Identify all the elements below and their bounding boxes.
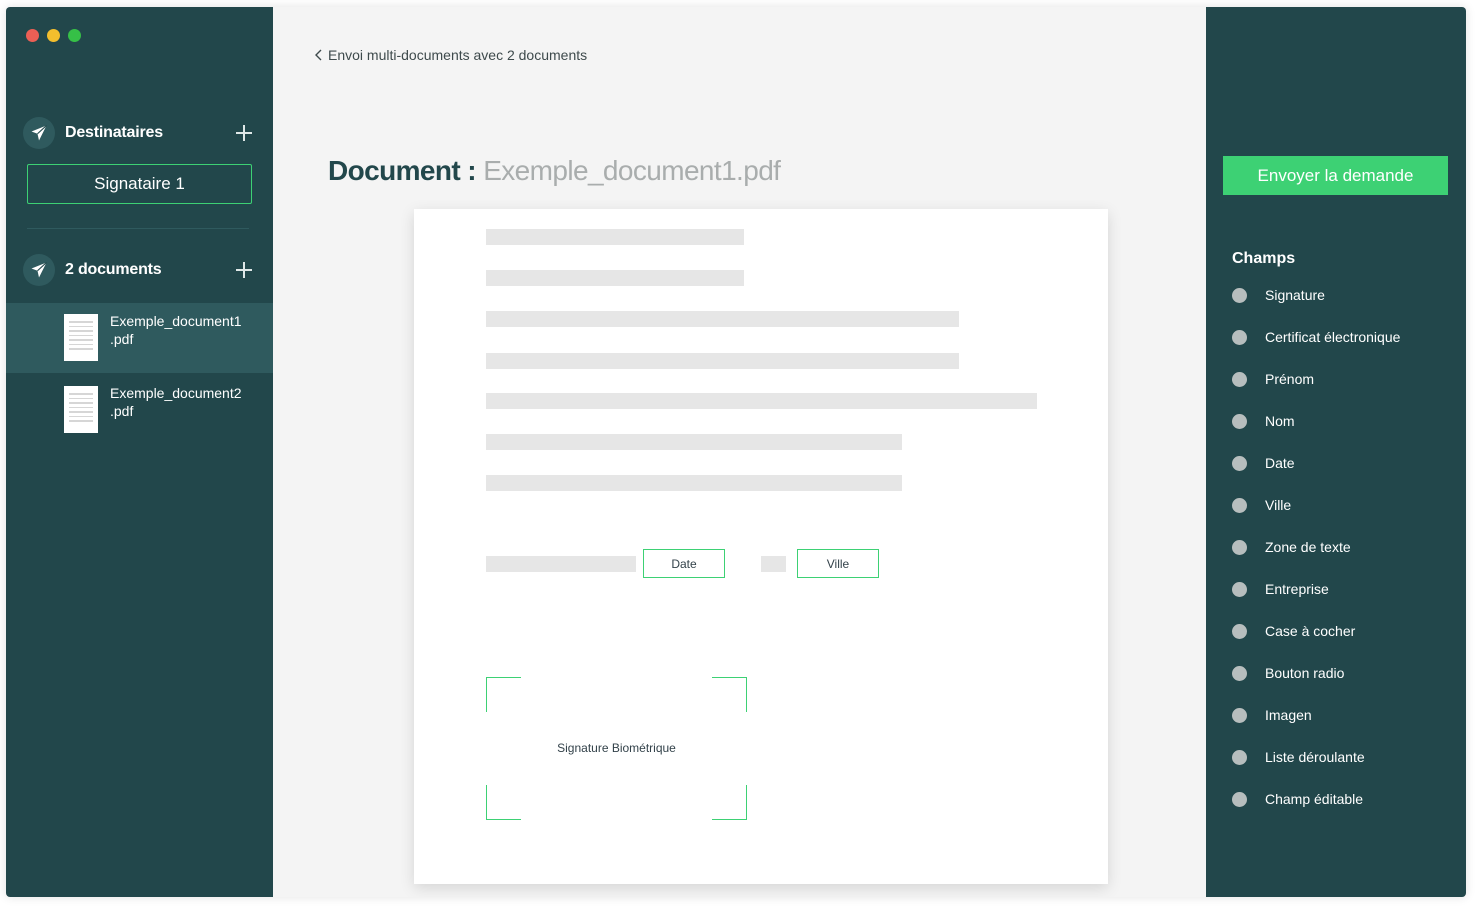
field-dot-icon (1232, 456, 1247, 471)
field-dot-icon (1232, 288, 1247, 303)
field-dot-icon (1232, 582, 1247, 597)
send-request-button[interactable]: Envoyer la demande (1223, 156, 1448, 195)
field-item-8[interactable]: Entreprise (1232, 579, 1400, 621)
left-sidebar: Destinataires Signataire 1 2 documents E… (6, 7, 273, 897)
field-label: Liste déroulante (1265, 749, 1365, 765)
field-item-7[interactable]: Zone de texte (1232, 537, 1400, 579)
signature-frame-corner (486, 785, 521, 820)
signature-frame-corner (486, 677, 521, 712)
signature-field-label: Signature Biométrique (557, 741, 676, 755)
signature-field[interactable]: Signature Biométrique (486, 677, 747, 820)
fields-list: Signature Certificat électronique Prénom No… (1232, 285, 1400, 831)
paper-plane-icon (23, 254, 55, 286)
field-dot-icon (1232, 708, 1247, 723)
paper-plane-icon (23, 117, 55, 149)
field-label: Bouton radio (1265, 665, 1345, 681)
field-dot-icon (1232, 750, 1247, 765)
signature-frame-corner (712, 677, 747, 712)
field-item-13[interactable]: Champ éditable (1232, 789, 1400, 831)
field-item-11[interactable]: Imagen (1232, 705, 1400, 747)
placeholder-text-line (486, 475, 902, 491)
field-label: Certificat électronique (1265, 329, 1401, 345)
document-item-1[interactable]: Exemple_document1 .pdf (6, 303, 273, 373)
document-name: Exemple_document2 .pdf (110, 385, 242, 419)
field-dot-icon (1232, 624, 1247, 639)
placeholder-text-line (486, 270, 744, 286)
placeholder-text-line (486, 434, 902, 450)
page-title-label: Document : (328, 155, 477, 186)
field-item-6[interactable]: Ville (1232, 495, 1400, 537)
field-dot-icon (1232, 792, 1247, 807)
city-field[interactable]: Ville (797, 549, 879, 578)
field-label: Case à cocher (1265, 623, 1356, 639)
field-dot-icon (1232, 666, 1247, 681)
field-item-3[interactable]: Prénom (1232, 369, 1400, 411)
field-label: Imagen (1265, 707, 1312, 723)
recipients-header: Destinataires (23, 116, 253, 150)
minimize-window-button[interactable] (47, 29, 60, 42)
page-title-filename: Exemple_document1.pdf (483, 155, 781, 186)
documents-title: 2 documents (65, 261, 162, 278)
field-item-5[interactable]: Date (1232, 453, 1400, 495)
field-item-4[interactable]: Nom (1232, 411, 1400, 453)
date-field[interactable]: Date (643, 549, 725, 578)
documents-header: 2 documents (23, 253, 253, 287)
field-label: Ville (1265, 497, 1292, 513)
field-item-12[interactable]: Liste déroulante (1232, 747, 1400, 789)
field-dot-icon (1232, 330, 1247, 345)
field-label: Prénom (1265, 371, 1315, 387)
zoom-window-button[interactable] (68, 29, 81, 42)
field-item-10[interactable]: Bouton radio (1232, 663, 1400, 705)
document-item-2[interactable]: Exemple_document2 .pdf (6, 375, 273, 445)
field-item-9[interactable]: Case à cocher (1232, 621, 1400, 663)
back-link[interactable]: Envoi multi-documents avec 2 documents (314, 47, 587, 63)
signer-button[interactable]: Signataire 1 (27, 164, 252, 204)
fields-panel: Envoyer la demande Champs Signature Certi… (1206, 7, 1466, 897)
placeholder-text-line (486, 556, 636, 572)
page-title: Document : Exemple_document1.pdf (328, 155, 781, 187)
main-content: Envoi multi-documents avec 2 documents D… (273, 7, 1206, 897)
placeholder-text-line (486, 353, 959, 369)
field-label: Date (1265, 455, 1295, 471)
placeholder-text-line (761, 556, 786, 572)
document-preview: Date Ville Signature Biométrique (414, 209, 1108, 884)
app-window: Destinataires Signataire 1 2 documents E… (6, 7, 1466, 897)
add-document-button[interactable] (235, 261, 253, 279)
back-link-label: Envoi multi-documents avec 2 documents (328, 47, 588, 63)
field-label: Zone de texte (1265, 539, 1351, 555)
window-controls (26, 29, 81, 42)
field-dot-icon (1232, 372, 1247, 387)
field-item-2[interactable]: Certificat électronique (1232, 327, 1400, 369)
placeholder-text-line (486, 393, 1037, 409)
add-recipient-button[interactable] (235, 124, 253, 142)
document-name: Exemple_document1 .pdf (110, 313, 242, 347)
document-thumbnail-icon (64, 314, 98, 361)
sidebar-divider (27, 228, 249, 229)
field-dot-icon (1232, 540, 1247, 555)
recipients-title: Destinataires (65, 124, 163, 141)
placeholder-text-line (486, 311, 959, 327)
fields-title: Champs (1232, 250, 1296, 267)
field-dot-icon (1232, 498, 1247, 513)
close-window-button[interactable] (26, 29, 39, 42)
field-dot-icon (1232, 414, 1247, 429)
signature-frame-corner (712, 785, 747, 820)
chevron-left-icon (315, 49, 322, 61)
field-label: Entreprise (1265, 581, 1329, 597)
document-thumbnail-icon (64, 386, 98, 433)
field-item-1[interactable]: Signature (1232, 285, 1400, 327)
placeholder-text-line (486, 229, 744, 245)
field-label: Champ éditable (1265, 791, 1364, 807)
field-label: Signature (1265, 287, 1325, 303)
field-label: Nom (1265, 413, 1295, 429)
